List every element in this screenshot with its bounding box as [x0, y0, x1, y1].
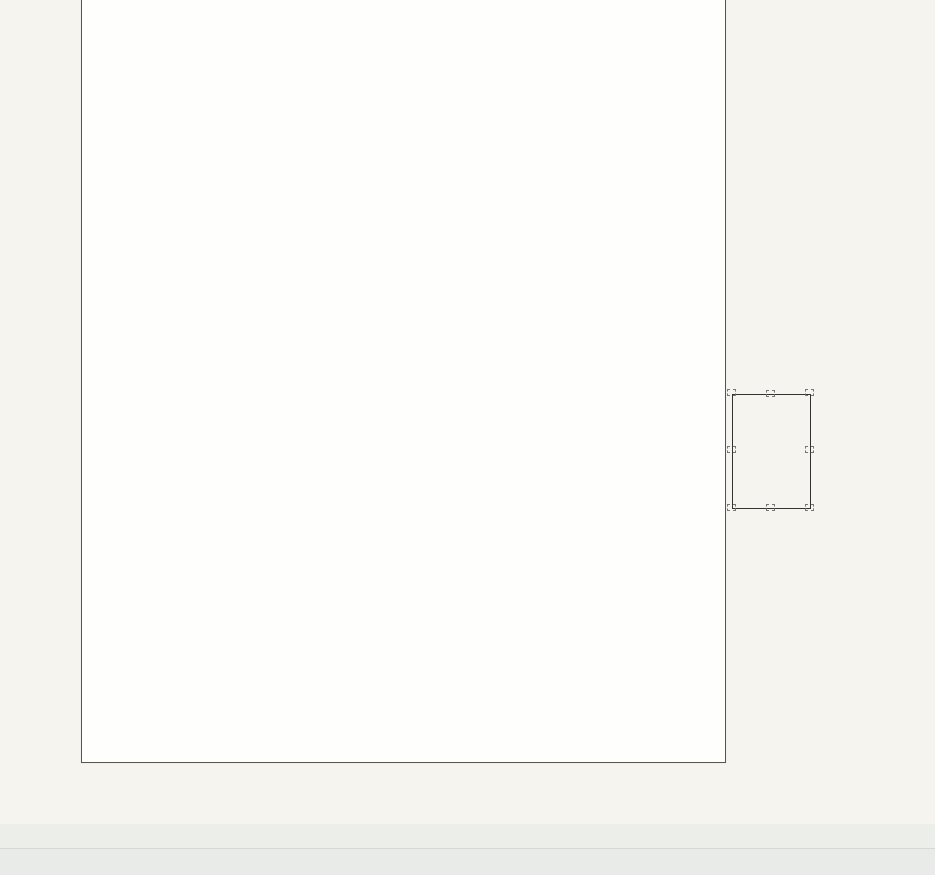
selected-frame-object[interactable] [732, 394, 811, 509]
status-bar [0, 824, 935, 875]
resize-handle-middle-right[interactable] [805, 446, 814, 453]
document-workspace[interactable] [0, 0, 935, 824]
resize-handle-bottom-left[interactable] [727, 504, 736, 511]
resize-handle-bottom-center[interactable] [766, 504, 775, 511]
resize-handle-top-center[interactable] [766, 390, 775, 397]
resize-handle-top-right[interactable] [805, 389, 814, 396]
resize-handle-middle-left[interactable] [727, 446, 736, 453]
document-page[interactable] [81, 0, 726, 763]
status-bar-lower-row [0, 849, 935, 875]
resize-handle-top-left[interactable] [727, 389, 736, 396]
resize-handle-bottom-right[interactable] [805, 504, 814, 511]
